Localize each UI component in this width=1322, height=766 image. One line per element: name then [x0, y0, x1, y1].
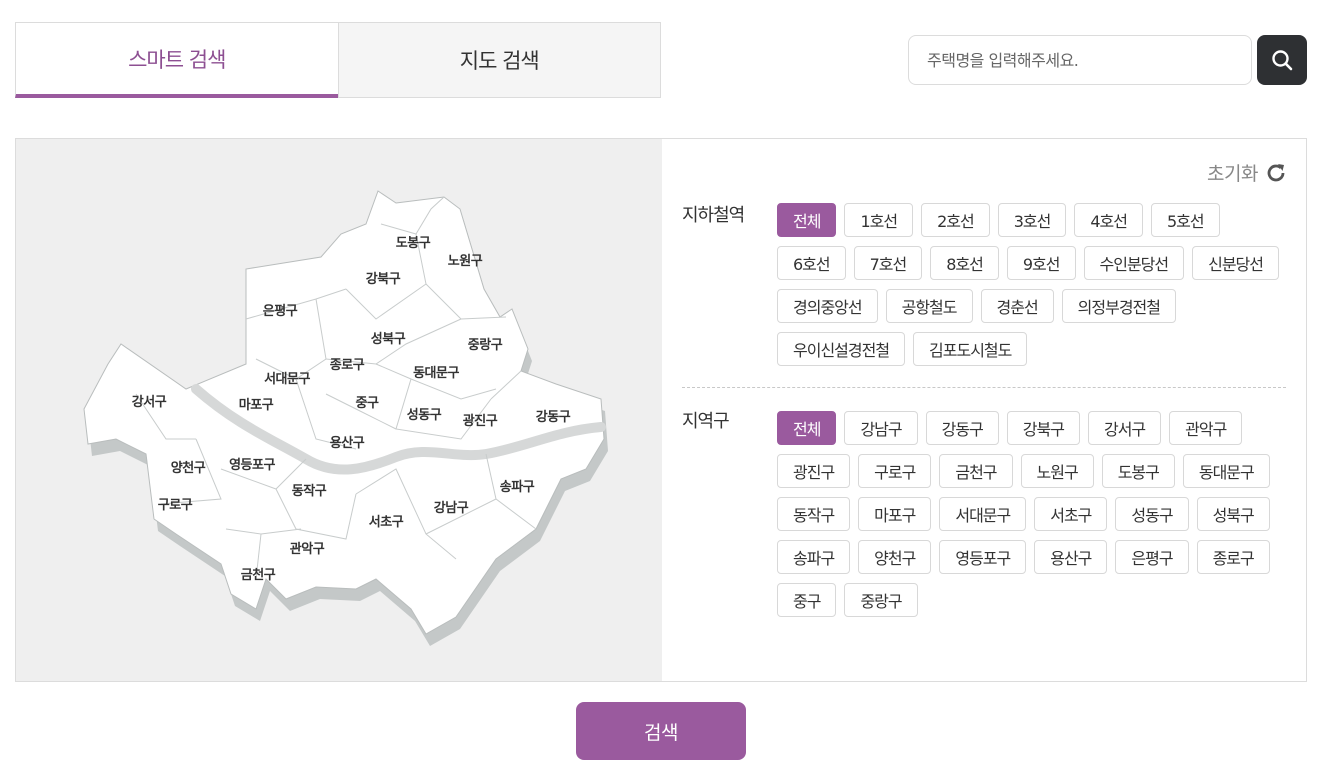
district-options: 전체 강남구 강동구 강북구 강서구 관악구광진구 구로구 금천구 노원구 도봉구 동대문구동작구 마… [777, 411, 1287, 617]
map-district-label[interactable]: 중구 [356, 396, 380, 411]
district-chip[interactable]: 중구 [777, 583, 837, 617]
subway-line-chip[interactable]: 경춘선 [980, 289, 1054, 323]
district-label: 지역구 [682, 411, 730, 432]
district-chip[interactable]: 서초구 [1034, 497, 1108, 531]
subway-line-chip[interactable]: 전체 [777, 203, 837, 237]
search-mode-tabs: 스마트 검색 지도 검색 [15, 22, 661, 98]
district-chip[interactable]: 은평구 [1115, 540, 1189, 574]
search-box [908, 35, 1252, 85]
district-chip[interactable]: 금천구 [939, 454, 1013, 488]
seoul-map: 도봉구노원구강북구은평구성북구 중랑구종로구서대문구 동대문구강서구 마포구 중구성동구… [16, 139, 662, 681]
search-button[interactable] [1257, 35, 1307, 85]
search-icon [1272, 50, 1293, 71]
subway-line-chip[interactable]: 의정부경전철 [1061, 289, 1176, 323]
subway-line-chip[interactable]: 7호선 [853, 246, 923, 280]
subway-line-chip[interactable]: 김포도시철도 [913, 332, 1028, 366]
search-input[interactable] [909, 36, 1251, 84]
district-chip[interactable]: 강동구 [925, 411, 999, 445]
subway-line-chip[interactable]: 우이신설경전철 [777, 332, 906, 366]
subway-line-chip[interactable]: 공항철도 [885, 289, 973, 323]
filter-panel: 도봉구 노원구 강북구 은평구 성북구 중랑구 종로구 서대문구 동대문구 강서구 마포구 중구 성동구… [15, 138, 1307, 682]
subway-line-chip[interactable]: 9호선 [1006, 246, 1076, 280]
map-district-label[interactable]: 양천구 [171, 461, 206, 476]
map-district-label[interactable]: 금천구 [241, 568, 276, 583]
subway-line-chip[interactable]: 수인분당선 [1083, 246, 1185, 280]
map-district-label[interactable]: 동대문구 [413, 366, 460, 381]
district-chip[interactable]: 관악구 [1169, 411, 1243, 445]
map-district-label[interactable]: 노원구 [448, 254, 483, 269]
district-chip[interactable]: 종로구 [1196, 540, 1270, 574]
map-district-label[interactable]: 동작구 [292, 483, 327, 499]
subway-line-chip[interactable]: 1호선 [844, 203, 914, 237]
section-divider [682, 387, 1286, 388]
district-chip[interactable]: 중랑구 [844, 583, 918, 617]
district-chip[interactable]: 동대문구 [1182, 454, 1270, 488]
map-district-label[interactable]: 은평구 [263, 303, 298, 319]
district-chip[interactable]: 동작구 [777, 497, 851, 531]
map-district-label[interactable]: 강서구 [132, 394, 167, 410]
subway-label: 지하철역 [682, 205, 745, 226]
district-chip[interactable]: 성북구 [1196, 497, 1270, 531]
refresh-icon [1267, 163, 1285, 181]
tab-smart-search[interactable]: 스마트 검색 [15, 22, 338, 98]
district-chip[interactable]: 광진구 [777, 454, 851, 488]
map-district-label[interactable]: 광진구 [463, 413, 498, 429]
map-district-label[interactable]: 서초구 [369, 515, 404, 530]
map-district-label[interactable]: 용산구 [330, 435, 365, 451]
map-district-label[interactable]: 마포구 [239, 397, 274, 413]
map-district-label[interactable]: 성동구 [407, 408, 442, 423]
map-district-label[interactable]: 강북구 [366, 271, 401, 287]
district-chip[interactable]: 송파구 [777, 540, 851, 574]
map-district-label[interactable]: 구로구 [158, 498, 193, 513]
district-chip[interactable]: 용산구 [1034, 540, 1108, 574]
map-district-label[interactable]: 관악구 [290, 541, 325, 557]
submit-search-button[interactable]: 검색 [576, 702, 746, 760]
subway-line-chip[interactable]: 8호선 [930, 246, 999, 280]
district-chip[interactable]: 성동구 [1115, 497, 1189, 531]
map-district-label[interactable]: 도봉구 [396, 236, 431, 251]
map-district-label[interactable]: 서대문구 [264, 372, 311, 387]
subway-line-chip[interactable]: 2호선 [921, 203, 990, 237]
map-district-label[interactable]: 성북구 [371, 332, 406, 347]
reset-label: 초기화 [1207, 163, 1258, 185]
district-chip[interactable]: 강북구 [1006, 411, 1080, 445]
subway-options: 전체 1호선 2호선 3호선 4호선 5호선 6호선 7호선 8호선 9호선 수인분당선 신분당선경의… [777, 203, 1287, 366]
district-chip[interactable]: 마포구 [858, 497, 932, 531]
filter-options: 초기화 지하철역 전체 1호선 2호선 3호선 4호선 5호선 6호선 7호선 8호선 9호선 수인… [662, 139, 1306, 681]
tab-map-search[interactable]: 지도 검색 [337, 22, 661, 98]
district-chip[interactable]: 서대문구 [939, 497, 1027, 531]
subway-line-chip[interactable]: 5호선 [1150, 203, 1220, 237]
map-land [83, 190, 605, 635]
subway-line-chip[interactable]: 경의중앙선 [777, 289, 878, 323]
map-district-label[interactable]: 중랑구 [468, 338, 503, 353]
map-district-label[interactable]: 강남구 [434, 500, 469, 516]
district-chip[interactable]: 영등포구 [939, 540, 1027, 574]
district-chip[interactable]: 전체 [777, 411, 837, 445]
subway-line-chip[interactable]: 3호선 [997, 203, 1067, 237]
subway-line-chip[interactable]: 신분당선 [1192, 246, 1279, 280]
map-district-label[interactable]: 송파구 [500, 480, 535, 495]
district-chip[interactable]: 도봉구 [1101, 454, 1175, 488]
district-chip[interactable]: 강서구 [1087, 411, 1162, 445]
reset-button[interactable]: 초기화 [1207, 159, 1288, 186]
map-district-label[interactable]: 강동구 [536, 409, 571, 425]
district-chip[interactable]: 구로구 [858, 454, 932, 488]
subway-line-chip[interactable]: 6호선 [777, 246, 846, 280]
map-district-label[interactable]: 종로구 [330, 358, 365, 373]
map-district-label[interactable]: 영등포구 [229, 458, 276, 473]
district-chip[interactable]: 노원구 [1020, 454, 1094, 488]
district-chip[interactable]: 강남구 [844, 411, 918, 445]
seoul-map-svg: 도봉구노원구강북구은평구성북구 중랑구종로구서대문구 동대문구강서구 마포구 중구성동구… [83, 190, 608, 646]
district-chip[interactable]: 양천구 [858, 540, 932, 574]
subway-line-chip[interactable]: 4호선 [1074, 203, 1143, 237]
